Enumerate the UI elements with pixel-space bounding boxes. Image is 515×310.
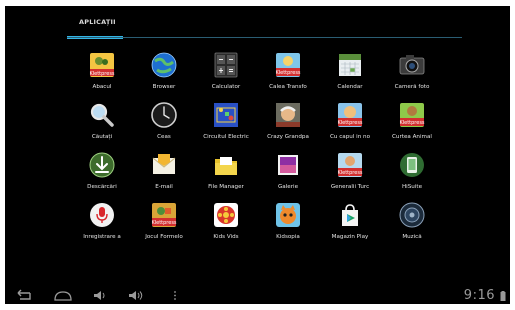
calculator-icon (214, 52, 238, 78)
app-label: File Manager (208, 184, 244, 190)
kidsopia-fox-icon (276, 203, 300, 227)
menu-icon[interactable] (163, 289, 187, 302)
svg-text:Klettpress: Klettpress (89, 71, 114, 77)
globe-icon (151, 52, 177, 78)
svg-text:Klettpress: Klettpress (337, 170, 362, 176)
app-kids-vids[interactable]: Kids Vids (195, 200, 257, 250)
clock-icon (151, 102, 177, 128)
klettpress-abacus-icon: Klettpress (89, 53, 115, 77)
app-calea-transfo[interactable]: Klettpress Calea Transfo (257, 50, 319, 100)
home-icon[interactable] (51, 289, 75, 302)
app-crazy-grandpa[interactable]: Crazy Grandpa (257, 100, 319, 150)
app-generalii-turc[interactable]: Klettpress Generalii Turc (319, 150, 381, 200)
app-label: HiSuite (401, 184, 423, 190)
app-kidsopia[interactable]: Kidsopia (257, 200, 319, 250)
app-label: Cu capul in no (329, 134, 370, 140)
app-label: Cameră foto (394, 84, 430, 90)
app-jocul-formelo[interactable]: Klettpress Jocul Formelo (133, 200, 195, 250)
app-descărcări[interactable]: Descărcări (71, 150, 133, 200)
app-ceas[interactable]: Ceas (133, 100, 195, 150)
app-grid: Klettpress Abacul Browser Calculator Klettpr… (71, 50, 471, 265)
app-galerie[interactable]: Galerie (257, 150, 319, 200)
svg-text:Klettpress: Klettpress (275, 70, 300, 76)
back-icon[interactable] (11, 289, 35, 302)
app-label: Generalii Turc (330, 184, 370, 190)
app-înregistrare-a[interactable]: Înregistrare a (71, 200, 133, 250)
app-magazin-play[interactable]: Magazin Play (319, 200, 381, 250)
app-label: Kidsopia (276, 234, 300, 240)
app-curtea-animal[interactable]: Klettpress Curtea Animal (381, 100, 443, 150)
film-reel-icon (214, 203, 238, 227)
klettpress-clouds-icon: Klettpress (337, 103, 363, 127)
play-store-icon (342, 204, 358, 226)
email-icon (152, 154, 176, 174)
app-calendar[interactable]: Calendar (319, 50, 381, 100)
app-label: Crazy Grandpa (267, 134, 309, 140)
app-hisuite[interactable]: HiSuite (381, 150, 443, 200)
calendar-icon (339, 54, 361, 76)
gallery-icon (278, 155, 298, 175)
app-label: Browser (152, 84, 176, 90)
camera-icon (399, 55, 425, 75)
svg-text:Klettpress: Klettpress (151, 220, 176, 226)
svg-text:Klettpress: Klettpress (399, 120, 424, 126)
app-label: Înregistrare a (83, 234, 121, 240)
tab-applications[interactable]: APLICAȚII (79, 18, 116, 26)
circuit-icon (214, 103, 238, 127)
app-abacul[interactable]: Klettpress Abacul (71, 50, 133, 100)
volume-down-icon[interactable] (89, 289, 113, 302)
battery-icon (500, 291, 506, 301)
app-label: Kids Vids (213, 234, 239, 240)
app-drawer-tabbar: APLICAȚII (5, 6, 510, 42)
app-e-mail[interactable]: E-mail (133, 150, 195, 200)
crazy-grandpa-icon (276, 103, 300, 127)
app-label: Galerie (277, 184, 299, 190)
svg-text:Klettpress: Klettpress (337, 120, 362, 126)
system-navigation-bar: 9:16 (5, 287, 510, 304)
app-label: Ceas (157, 134, 171, 140)
microphone-icon (90, 203, 114, 227)
klettpress-shapes-icon: Klettpress (151, 203, 177, 227)
phone-sync-icon (400, 153, 424, 177)
app-browser[interactable]: Browser (133, 50, 195, 100)
app-cu-capul-in-no[interactable]: Klettpress Cu capul in no (319, 100, 381, 150)
app-label: Calendar (337, 84, 363, 90)
app-label: Curtea Animal (392, 134, 432, 140)
app-muzică[interactable]: Muzică (381, 200, 443, 250)
app-label: Abacul (92, 84, 112, 90)
app-label: Căutați (91, 134, 113, 140)
magnifier-icon (90, 103, 114, 127)
app-label: E-mail (155, 184, 173, 190)
app-label: Calea Transfo (269, 84, 307, 90)
app-cameră-foto[interactable]: Cameră foto (381, 50, 443, 100)
app-label: Jocul Formelo (145, 234, 183, 240)
volume-up-icon[interactable] (125, 289, 149, 302)
folder-icon (215, 157, 237, 175)
klettpress-animals-icon: Klettpress (399, 103, 425, 127)
app-label: Circuitul Electric (203, 134, 249, 140)
speaker-icon (399, 202, 425, 228)
app-căutați[interactable]: Căutați (71, 100, 133, 150)
app-file-manager[interactable]: File Manager (195, 150, 257, 200)
launcher-screen: APLICAȚII Klettpress Abacul Browser Calcula… (5, 6, 510, 304)
app-label: Calculator (211, 84, 241, 90)
tab-divider (67, 37, 462, 38)
status-clock: 9:16 (463, 288, 495, 303)
app-circuitul-electric[interactable]: Circuitul Electric (195, 100, 257, 150)
app-label: Descărcări (87, 184, 117, 190)
app-label: Magazin Play (331, 234, 369, 240)
klettpress-transform-icon: Klettpress (275, 53, 301, 77)
app-label: Muzică (402, 234, 422, 240)
app-calculator[interactable]: Calculator (195, 50, 257, 100)
klettpress-generals-icon: Klettpress (337, 153, 363, 177)
download-icon (89, 152, 115, 178)
